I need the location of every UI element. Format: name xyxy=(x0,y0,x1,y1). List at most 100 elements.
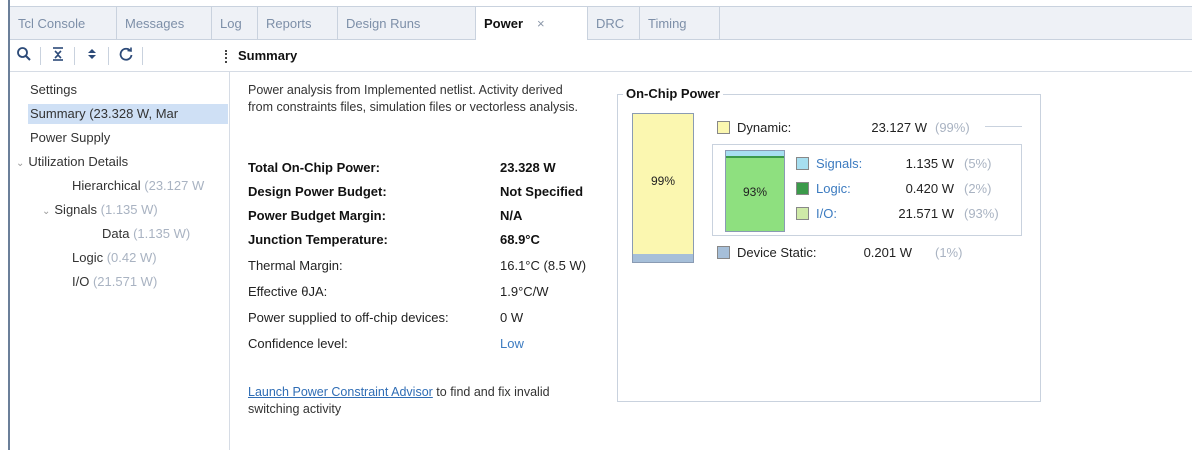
io-link[interactable]: I/O: xyxy=(816,205,837,223)
tab-design-runs[interactable]: Design Runs xyxy=(338,7,476,40)
tree-item-label: Hierarchical xyxy=(72,178,141,193)
row-confidence-level: Confidence level: Low xyxy=(248,332,608,356)
row-design-power-budget: Design Power Budget: Not Specified xyxy=(248,180,608,204)
tree-item-label: Settings xyxy=(30,82,77,97)
tab-label: Log xyxy=(220,16,242,31)
row-power-budget-margin: Power Budget Margin: N/A xyxy=(248,204,608,228)
legend-watts: 23.127 W xyxy=(871,120,927,135)
refresh-icon[interactable] xyxy=(116,46,136,66)
io-percent-label: 93% xyxy=(742,185,768,199)
row-off-chip-power: Power supplied to off-chip devices: 0 W xyxy=(248,306,608,330)
tree-item-settings[interactable]: Settings xyxy=(30,80,225,100)
tree-item-utilization-details[interactable]: ⌄ Utilization Details xyxy=(16,152,225,172)
tab-label: Reports xyxy=(266,16,312,31)
advisor-text: Launch Power Constraint Advisor to find … xyxy=(248,384,588,418)
static-swatch xyxy=(717,246,730,259)
tab-timing[interactable]: Timing xyxy=(640,7,720,40)
io-swatch xyxy=(796,207,809,220)
tree-item-io[interactable]: I/O (21.571 W) xyxy=(72,272,222,292)
chevron-down-icon[interactable]: ⌄ xyxy=(16,158,24,169)
confidence-link[interactable]: Low xyxy=(500,332,524,356)
tree-item-power-supply[interactable]: Power Supply xyxy=(30,128,225,148)
window-border xyxy=(0,0,10,450)
tab-power[interactable]: Power × xyxy=(476,7,588,41)
tab-label: DRC xyxy=(596,16,625,31)
drag-handle-icon[interactable] xyxy=(225,50,229,63)
row-label: Junction Temperature: xyxy=(248,232,388,247)
tree-item-label: Power Supply xyxy=(30,130,111,145)
tree-item-label: Logic xyxy=(72,250,104,265)
toolbar-separator xyxy=(74,47,75,65)
tree-item-data[interactable]: Data (1.135 W) xyxy=(102,224,227,244)
tab-label: Tcl Console xyxy=(18,16,86,31)
vivado-power-window: Tcl Console Messages Log Reports Design … xyxy=(0,0,1192,450)
tree-item-hierarchical[interactable]: Hierarchical (23.127 W xyxy=(72,176,222,196)
tab-label: Design Runs xyxy=(346,16,421,31)
tree-item-label: Signals xyxy=(54,202,98,217)
legend-watts: 1.135 W xyxy=(905,156,954,171)
logic-link[interactable]: Logic: xyxy=(816,180,851,198)
tab-label: Timing xyxy=(648,16,687,31)
row-label: Design Power Budget: xyxy=(248,184,387,199)
panel-title: Summary xyxy=(238,48,298,63)
toolbar-separator xyxy=(142,47,143,65)
legend-percent: (1%) xyxy=(935,245,963,260)
row-label: Thermal Margin: xyxy=(248,258,343,273)
tree-item-summary[interactable]: Summary (23.328 W, Mar xyxy=(28,104,228,124)
dynamic-swatch xyxy=(717,121,730,134)
tree-item-label: Utilization Details xyxy=(28,154,129,169)
search-icon[interactable] xyxy=(14,46,34,66)
collapse-all-icon[interactable] xyxy=(48,46,68,66)
close-icon[interactable]: × xyxy=(537,16,545,31)
signals-link[interactable]: Signals: xyxy=(816,155,862,173)
tree-item-value: (0.42 W) xyxy=(106,250,157,265)
row-label: Power Budget Margin: xyxy=(248,208,386,223)
legend-percent: (5%) xyxy=(964,156,992,171)
legend-label: Device Static: xyxy=(737,245,817,260)
row-junction-temperature: Junction Temperature: 68.9°C xyxy=(248,228,608,252)
row-value: Not Specified xyxy=(500,184,584,199)
dynamic-percent-label: 99% xyxy=(650,174,676,188)
chevron-down-icon[interactable]: ⌄ xyxy=(42,206,50,217)
row-value: N/A xyxy=(500,208,523,223)
on-chip-power-title: On-Chip Power xyxy=(623,86,723,101)
row-value: 1.9°C/W xyxy=(500,284,549,299)
legend-device-static: Device Static: 0.201 W (1%) xyxy=(717,244,987,262)
row-total-on-chip-power: Total On-Chip Power: 23.328 W xyxy=(248,156,608,180)
summary-tree: Settings Summary (23.328 W, Mar Power Su… xyxy=(10,72,230,450)
row-value: 68.9°C xyxy=(500,232,540,247)
dynamic-breakdown-bar: 93% xyxy=(725,150,785,232)
tab-label: Messages xyxy=(125,16,185,31)
row-effective-theta-ja: Effective θJA: 1.9°C/W xyxy=(248,280,608,304)
row-thermal-margin: Thermal Margin: 16.1°C (8.5 W) xyxy=(248,254,608,278)
tab-messages[interactable]: Messages xyxy=(117,7,212,40)
tab-drc[interactable]: DRC xyxy=(588,7,640,40)
logic-swatch xyxy=(796,182,809,195)
row-label: Power supplied to off-chip devices: xyxy=(248,310,449,325)
legend-percent: (2%) xyxy=(964,181,992,196)
tree-item-label: I/O xyxy=(72,274,90,289)
power-constraint-advisor-link[interactable]: Launch Power Constraint Advisor xyxy=(248,385,433,399)
legend-signals: Signals: 1.135 W (5%) xyxy=(796,155,1018,173)
legend-io: I/O: 21.571 W (93%) xyxy=(796,205,1018,223)
tab-log[interactable]: Log xyxy=(212,7,258,40)
tree-item-logic[interactable]: Logic (0.42 W) xyxy=(72,248,222,268)
total-power-bar: 99% xyxy=(632,113,694,263)
toolbar-separator xyxy=(108,47,109,65)
legend-percent: (93%) xyxy=(964,206,999,221)
expand-all-icon[interactable] xyxy=(82,46,102,66)
tab-reports[interactable]: Reports xyxy=(258,7,338,40)
row-value: 23.328 W xyxy=(500,160,556,175)
tree-item-label: Summary (23.328 W, Mar xyxy=(30,106,179,121)
tree-item-value: (1.135 W) xyxy=(100,202,158,217)
legend-label: Dynamic: xyxy=(737,120,792,135)
tree-item-value: (1.135 W) xyxy=(133,226,191,241)
legend-watts: 0.420 W xyxy=(905,181,954,196)
row-value: 0 W xyxy=(500,310,524,325)
tree-item-signals[interactable]: ⌄ Signals (1.135 W) xyxy=(42,200,222,220)
toolbar: Summary xyxy=(10,40,1192,72)
legend-dynamic: Dynamic: 23.127 W (99%) xyxy=(717,119,987,137)
tree-item-value: (23.127 W xyxy=(144,178,205,193)
static-power-bar xyxy=(633,254,693,262)
tab-tcl-console[interactable]: Tcl Console xyxy=(10,7,117,40)
